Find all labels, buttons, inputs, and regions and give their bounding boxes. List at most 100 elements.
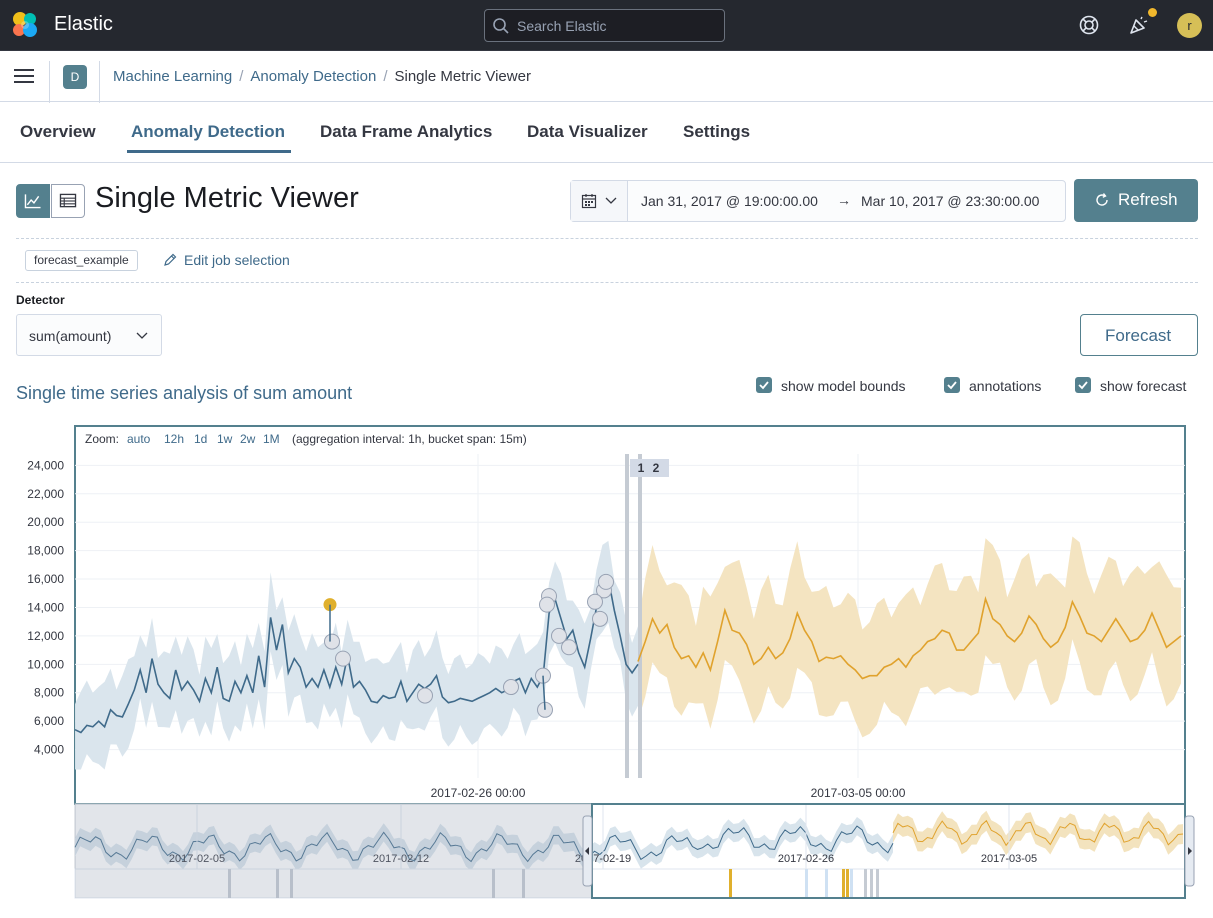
- edit-job-selection-link[interactable]: Edit job selection: [162, 252, 290, 268]
- checkbox-box[interactable]: [1075, 377, 1091, 393]
- anomaly-explorer-button[interactable]: [51, 184, 85, 218]
- top-header: Elastic r: [0, 0, 1213, 51]
- anomaly-marker[interactable]: [587, 593, 603, 610]
- help-icon[interactable]: [1077, 13, 1101, 37]
- breadcrumb-bar: D Machine Learning / Anomaly Detection / Sin…: [0, 51, 1213, 103]
- end-date[interactable]: Mar 10, 2017 @ 23:30:00.00: [861, 193, 1039, 209]
- detector-value: sum(amount): [29, 328, 112, 344]
- zoom-option-1w: 1w: [217, 432, 233, 446]
- anomaly-marker[interactable]: [539, 596, 555, 613]
- separator: [49, 61, 50, 103]
- brush-mask: [75, 804, 592, 898]
- brand-name[interactable]: Elastic: [54, 13, 113, 36]
- calendar-icon: [581, 194, 597, 209]
- date-picker: Jan 31, 2017 @ 19:00:00.00 → Mar 10, 201…: [570, 180, 1066, 222]
- refresh-icon: [1096, 193, 1108, 206]
- detector-label: Detector: [16, 293, 65, 307]
- anomaly-marker[interactable]: [335, 650, 351, 667]
- anomaly-marker[interactable]: [417, 687, 433, 704]
- pencil-icon: [164, 253, 177, 266]
- anomaly-marker[interactable]: [592, 610, 608, 627]
- series-title: Single time series analysis of sum amoun…: [16, 383, 353, 403]
- annotation-band[interactable]: [638, 454, 642, 778]
- tab-anomaly-detection[interactable]: Anomaly Detection: [131, 122, 285, 142]
- divider: [16, 238, 1198, 239]
- start-date[interactable]: Jan 31, 2017 @ 19:00:00.00: [641, 193, 818, 209]
- x-tick-label: 2017-03-05 00:00: [811, 786, 906, 800]
- annotation-label: 1: [638, 461, 645, 475]
- y-tick-label: 6,000: [34, 714, 64, 728]
- user-avatar[interactable]: r: [1177, 13, 1202, 38]
- checkbox-box[interactable]: [944, 377, 960, 393]
- menu-icon[interactable]: [14, 68, 34, 84]
- separator: [99, 61, 100, 103]
- quick-select-button[interactable]: [571, 181, 628, 221]
- tab-data-frame-analytics[interactable]: Data Frame Analytics: [320, 122, 492, 142]
- context-tick-label: 2017-02-26: [778, 853, 834, 865]
- breadcrumb-separator: /: [239, 68, 244, 85]
- zoom-option-1m: 1M: [263, 432, 280, 446]
- elastic-logo-icon[interactable]: [10, 10, 40, 40]
- swimlane-marker: [850, 869, 853, 898]
- single-metric-view-button[interactable]: [16, 184, 50, 218]
- y-tick-label: 12,000: [27, 629, 64, 643]
- swimlane-marker: [870, 869, 873, 898]
- anomaly-marker[interactable]: [503, 679, 519, 696]
- aggregation-note: (aggregation interval: 1h, bucket span: …: [292, 432, 527, 446]
- checkbox-label: annotations: [969, 378, 1042, 394]
- swimlane-marker: [825, 869, 828, 898]
- check-icon: [947, 381, 957, 390]
- global-search[interactable]: [484, 9, 725, 42]
- y-tick-label: 14,000: [27, 600, 64, 614]
- search-icon: [493, 18, 509, 34]
- arrow-right-icon: →: [837, 192, 851, 208]
- zoom-option-auto: auto: [127, 432, 151, 446]
- checkbox-box[interactable]: [756, 377, 772, 393]
- notification-dot: [1148, 8, 1157, 17]
- y-tick-label: 16,000: [27, 572, 64, 586]
- annotation-label: 2: [653, 461, 660, 475]
- job-id-badge: forecast_example: [25, 250, 138, 271]
- forecast-label: Forecast: [1105, 326, 1172, 345]
- tab-settings[interactable]: Settings: [683, 122, 750, 142]
- edit-job-label: Edit job selection: [184, 252, 290, 268]
- y-tick-label: 22,000: [27, 487, 64, 501]
- y-tick-label: 4,000: [34, 743, 64, 757]
- refresh-button[interactable]: Refresh: [1074, 179, 1198, 222]
- search-input[interactable]: [517, 14, 717, 38]
- divider: [16, 282, 1198, 283]
- tab-data-visualizer[interactable]: Data Visualizer: [527, 122, 648, 142]
- checkbox-label: show forecast: [1100, 378, 1187, 394]
- y-tick-label: 24,000: [27, 458, 64, 472]
- anomaly-marker[interactable]: [561, 639, 577, 656]
- page-title: Single Metric Viewer: [95, 182, 359, 214]
- swimlane-marker: [805, 869, 808, 898]
- swimlane-marker: [846, 869, 849, 898]
- swimlane-marker: [864, 869, 867, 898]
- y-tick-label: 10,000: [27, 657, 64, 671]
- space-avatar[interactable]: D: [63, 65, 87, 89]
- y-tick-label: 18,000: [27, 544, 64, 558]
- annotation-band[interactable]: [625, 454, 629, 778]
- anomaly-marker[interactable]: [598, 573, 614, 590]
- zoom-label: Zoom:: [85, 432, 119, 446]
- tab-overview[interactable]: Overview: [20, 122, 96, 142]
- y-tick-label: 20,000: [27, 515, 64, 529]
- swimlane-marker: [729, 869, 732, 898]
- swimlane-marker: [842, 869, 845, 898]
- y-tick-label: 8,000: [34, 686, 64, 700]
- annotation-label-box: [630, 459, 669, 477]
- breadcrumb-machine-learning[interactable]: Machine Learning: [113, 68, 232, 85]
- check-icon: [759, 381, 769, 390]
- newsfeed-icon[interactable]: [1127, 13, 1151, 37]
- chevron-down-icon: [605, 197, 617, 204]
- chart-line-icon: [24, 194, 41, 209]
- zoom-option-1d: 1d: [194, 432, 207, 446]
- chart-svg[interactable]: 4,000 6,000 8,000 10,000 12,000 14,000 16,000 1…: [0, 420, 1213, 918]
- swimlane-marker: [876, 869, 879, 898]
- forecast-button[interactable]: Forecast: [1080, 314, 1198, 356]
- breadcrumb-anomaly-detection[interactable]: Anomaly Detection: [250, 68, 376, 85]
- anomaly-marker[interactable]: [324, 633, 340, 650]
- single-metric-chart[interactable]: 4,000 6,000 8,000 10,000 12,000 14,000 16,000 1…: [0, 420, 1213, 918]
- detector-select[interactable]: sum(amount): [16, 314, 162, 356]
